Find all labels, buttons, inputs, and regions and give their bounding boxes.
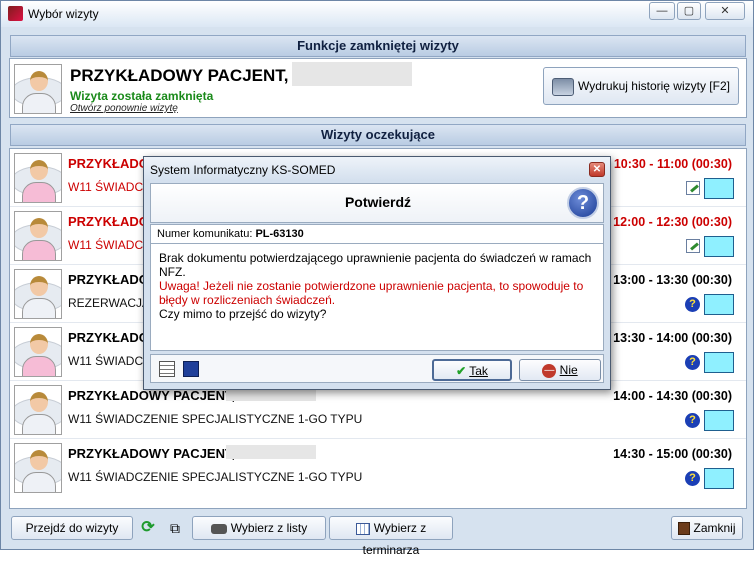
copy-icon[interactable] [159, 361, 175, 377]
patient-avatar [14, 327, 62, 377]
window-title: Wybór wizyty [28, 7, 99, 21]
question-icon[interactable]: ? [685, 297, 700, 312]
choose-from-schedule-button[interactable]: Wybierz z terminarza [329, 516, 453, 557]
no-button[interactable]: — Nie [519, 359, 601, 381]
save-icon[interactable] [183, 361, 199, 377]
question-icon[interactable]: ? [685, 413, 700, 428]
waiting-visit-row[interactable]: PRZYKŁADOWY PACJENT, W11 ŚWIADCZENIE SPE… [10, 440, 746, 497]
app-icon [8, 6, 23, 21]
print-history-label: Wydrukuj historię wizyty [F2] [578, 79, 730, 93]
go-to-visit-button[interactable]: Przejdź do wizyty [11, 516, 133, 540]
status-box[interactable] [704, 294, 734, 315]
row-time: 10:30 - 11:00 (00:30) [613, 157, 732, 171]
calendar-icon [355, 522, 370, 535]
dialog-footer: ✔ Tak — Nie [150, 354, 604, 383]
close-window-button[interactable]: ✕ [705, 2, 745, 20]
patient-avatar [14, 443, 62, 493]
patient-name: PRZYKŁADOWY PACJENT, [70, 66, 289, 85]
edit-icon[interactable] [686, 181, 700, 195]
row-service: REZERWACJA [68, 296, 151, 310]
car-icon [210, 523, 227, 534]
row-patient-name: PRZYKŁADO [68, 156, 149, 171]
dialog-close-button[interactable]: ✕ [589, 162, 605, 177]
closed-visit-header: Funkcje zamkniętej wizyty [10, 35, 746, 57]
message-line: Brak dokumentu potwierdzającego uprawnie… [159, 251, 592, 279]
row-service: W11 ŚWIADCZ [68, 180, 151, 194]
row-time: 12:00 - 12:30 (00:30) [613, 215, 732, 229]
visit-status: Wizyta została zamknięta [70, 89, 214, 103]
choose-from-list-button[interactable]: Wybierz z listy [192, 516, 326, 540]
confirm-dialog: System Informatyczny KS-SOMED ✕ Potwierd… [143, 156, 611, 390]
redacted-name [292, 62, 412, 86]
waiting-visits-header: Wizyty oczekujące [10, 124, 746, 146]
message-number-value: PL-63130 [255, 228, 304, 240]
row-patient-name: PRZYKŁADOWY PACJENT, [68, 388, 236, 403]
row-service: W11 ŚWIADCZENIE SPECJALISTYCZNE 1-GO TYP… [68, 412, 363, 426]
close-label: Zamknij [693, 521, 736, 535]
status-box[interactable] [704, 468, 734, 489]
row-time: 14:00 - 14:30 (00:30) [613, 389, 732, 403]
message-number-label: Numer komunikatu: [157, 228, 253, 240]
redacted-name [226, 445, 316, 459]
no-label: Nie [559, 363, 578, 377]
check-icon: ✔ [456, 364, 467, 378]
waiting-visit-row[interactable]: PRZYKŁADOWY PACJENT, W11 ŚWIADCZENIE SPE… [10, 382, 746, 439]
exit-door-icon [678, 522, 691, 536]
status-box[interactable] [704, 178, 734, 199]
dialog-header: Potwierdź ? [150, 183, 604, 223]
status-box[interactable] [704, 352, 734, 373]
row-time: 13:30 - 14:00 (00:30) [613, 331, 732, 345]
filter-icon[interactable]: ⧉ [164, 517, 186, 539]
edit-icon[interactable] [686, 239, 700, 253]
title-bar: Wybór wizyty — ▢ ✕ [1, 1, 753, 27]
yes-button[interactable]: ✔ Tak [432, 359, 512, 381]
no-entry-icon: — [542, 363, 557, 378]
row-patient-name: PRZYKŁADO [68, 272, 149, 287]
minimize-button[interactable]: — [649, 2, 675, 20]
dialog-title: System Informatyczny KS-SOMED [150, 163, 336, 177]
choose-from-schedule-label: Wybierz z terminarza [362, 521, 427, 557]
row-service: W11 ŚWIADCZ [68, 238, 151, 252]
maximize-button[interactable]: ▢ [677, 2, 701, 20]
dialog-message: Brak dokumentu potwierdzającego uprawnie… [150, 243, 604, 351]
yes-label: Tak [469, 364, 488, 378]
message-question: Czy mimo to przejść do wizyty? [159, 307, 327, 321]
row-service: W11 ŚWIADCZ [68, 354, 151, 368]
row-service: W11 ŚWIADCZENIE SPECJALISTYCZNE 1-GO TYP… [68, 470, 363, 484]
row-time: 13:00 - 13:30 (00:30) [613, 273, 732, 287]
patient-avatar [14, 211, 62, 261]
patient-avatar [14, 64, 62, 114]
row-time: 14:30 - 15:00 (00:30) [613, 447, 732, 461]
print-history-button[interactable]: Wydrukuj historię wizyty [F2] [543, 67, 739, 105]
printer-icon [552, 77, 575, 96]
question-icon: ? [567, 187, 599, 219]
patient-avatar [14, 269, 62, 319]
question-icon[interactable]: ? [685, 471, 700, 486]
dialog-heading: Potwierdź [344, 194, 412, 210]
status-box[interactable] [704, 236, 734, 257]
message-number-row: Numer komunikatu: PL-63130 [150, 224, 604, 244]
choose-from-list-label: Wybierz z listy [230, 521, 308, 535]
refresh-icon[interactable]: ⟳ [138, 517, 158, 539]
status-box[interactable] [704, 410, 734, 431]
row-patient-name: PRZYKŁADOWY PACJENT, [68, 446, 236, 461]
patient-avatar [14, 385, 62, 435]
patient-avatar [14, 153, 62, 203]
closed-visit-panel: PRZYKŁADOWY PACJENT, Wizyta została zamk… [9, 58, 747, 118]
dialog-title-bar: System Informatyczny KS-SOMED ✕ [144, 157, 610, 181]
close-button[interactable]: Zamknij [671, 516, 743, 540]
row-patient-name: PRZYKŁADO [68, 214, 149, 229]
question-icon[interactable]: ? [685, 355, 700, 370]
message-warning: Uwaga! Jeżeli nie zostanie potwierdzone … [159, 279, 584, 307]
row-patient-name: PRZYKŁADO [68, 330, 149, 345]
reopen-visit-link[interactable]: Otwórz ponownie wizytę [70, 103, 178, 114]
